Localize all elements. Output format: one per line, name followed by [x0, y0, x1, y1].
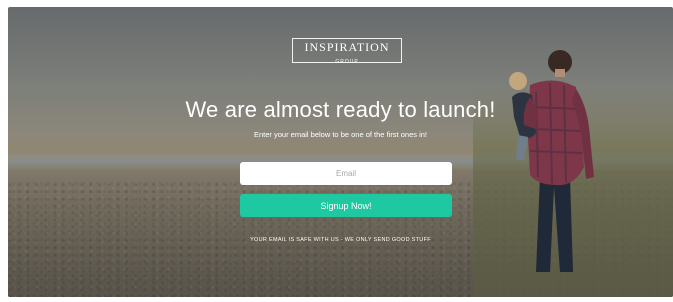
- brand-logo: INSPIRATION GROUP: [292, 38, 402, 65]
- privacy-note: YOUR EMAIL IS SAFE WITH US - WE ONLY SEN…: [250, 237, 431, 243]
- signup-button[interactable]: Signup Now!: [240, 194, 452, 217]
- landing-page: INSPIRATION GROUP We are almost ready to…: [8, 7, 673, 297]
- hero-headline: We are almost ready to launch!: [185, 97, 496, 122]
- email-input[interactable]: [240, 162, 452, 185]
- brand-name: INSPIRATION: [304, 40, 390, 54]
- brand-tagline: GROUP: [335, 59, 359, 65]
- hero-subheadline: Enter your email below to be one of the …: [253, 130, 427, 139]
